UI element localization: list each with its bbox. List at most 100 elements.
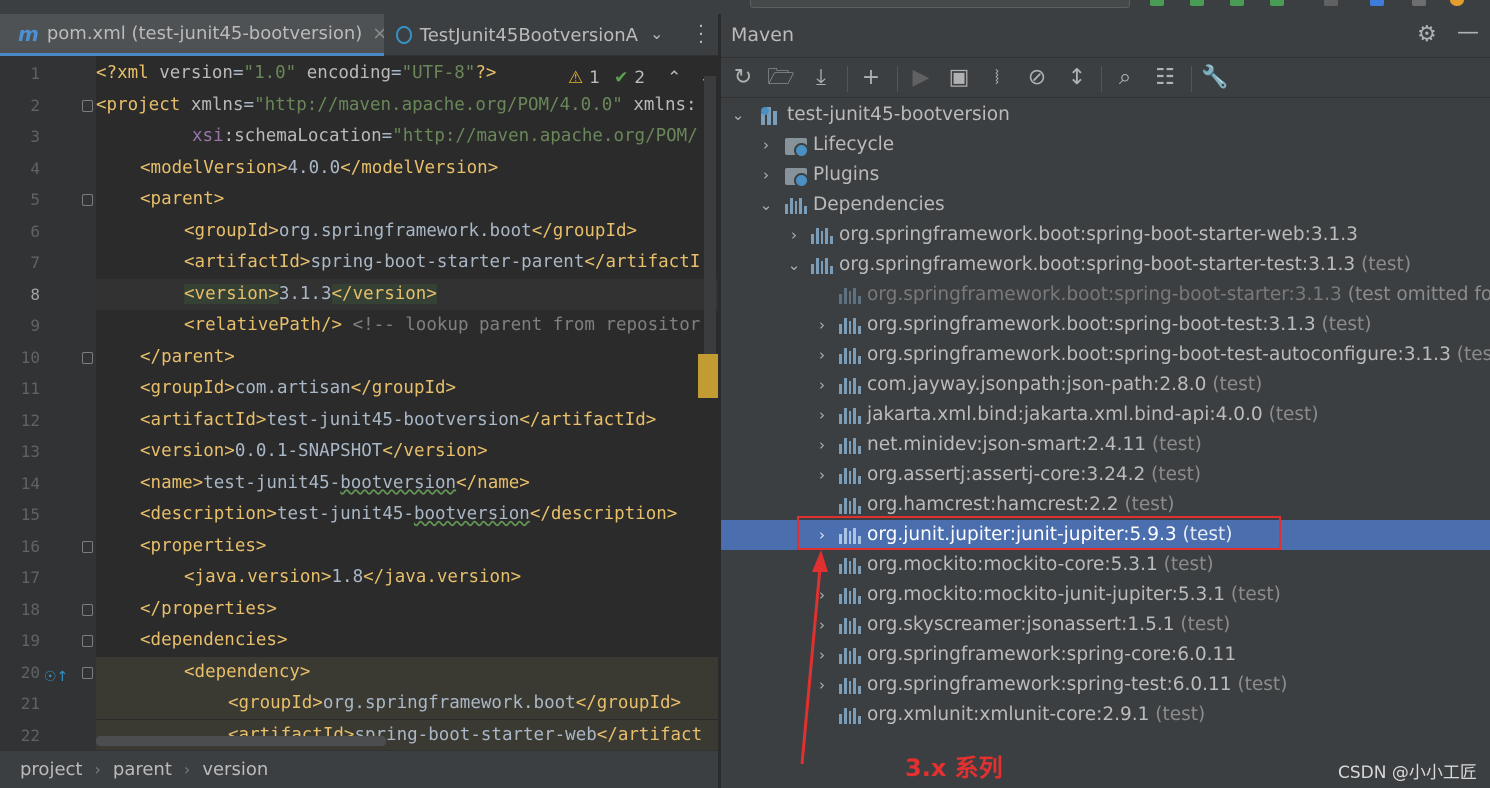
code-token: = (232, 63, 244, 83)
close-icon[interactable]: × (372, 23, 384, 44)
code-line[interactable]: <artifactId>spring-boot-starter-parent</… (96, 247, 718, 278)
code-line[interactable]: <artifactId>test-junit45-bootversion</ar… (96, 405, 718, 436)
code-line[interactable]: <dependency> (96, 656, 718, 688)
code-token: bootversion (340, 472, 457, 493)
chevron-down-icon[interactable]: ⌄ (650, 24, 663, 43)
code-line[interactable]: </parent> (96, 342, 718, 373)
skip-tests-icon[interactable]: ⊘ (1023, 64, 1051, 92)
code-line[interactable]: <parent> (96, 184, 718, 215)
chevron-down-icon[interactable]: ⌄ (759, 190, 773, 220)
chevron-right-icon[interactable]: › (815, 400, 829, 430)
dependency-node[interactable]: › org.springframework.boot:spring-boot-te… (721, 340, 1490, 370)
chevron-right-icon[interactable]: › (815, 370, 829, 400)
reload-icon[interactable]: ↻ (729, 64, 757, 92)
code-line[interactable]: <groupId>org.springframework.boot</group… (96, 216, 718, 247)
show-diagram-icon[interactable]: ☷ (1151, 64, 1179, 92)
tree-node-dependencies[interactable]: ⌄ Dependencies (721, 190, 1490, 220)
download-icon[interactable]: ⤓ (807, 64, 835, 92)
run-icon[interactable] (1150, 0, 1164, 6)
code-line[interactable]: <groupId>com.artisan</groupId> (96, 373, 718, 404)
dependency-node[interactable]: › org.springframework:spring-core:6.0.11 (721, 640, 1490, 670)
generate-sources-icon[interactable]: 🗁 (767, 64, 795, 92)
dependency-node[interactable]: ›org.mockito:mockito-core:5.3.1 (test) (721, 550, 1490, 580)
wrench-icon[interactable]: 🔧 (1201, 64, 1229, 92)
chevron-right-icon[interactable]: › (759, 160, 773, 190)
code-line[interactable]: <version>0.0.1-SNAPSHOT</version> (96, 436, 718, 467)
dependency-node[interactable]: › org.mockito:mockito-junit-jupiter:5.3.1… (721, 580, 1490, 610)
tree-node-lifecycle[interactable]: › Lifecycle (721, 130, 1490, 160)
code-token: encoding (296, 63, 392, 83)
breadcrumb-parent[interactable]: parent (113, 759, 172, 780)
horizontal-scrollbar[interactable] (96, 736, 386, 746)
minimize-icon[interactable]: — (1457, 20, 1479, 45)
dependency-node[interactable]: › org.springframework.boot:spring-boot-st… (721, 220, 1490, 250)
execute-goal-icon[interactable]: ▣ (945, 64, 973, 92)
dependency-node[interactable]: › org.springframework.boot:spring-boot-te… (721, 310, 1490, 340)
run-configuration-select[interactable] (750, 0, 1130, 8)
updates-icon[interactable] (1450, 0, 1464, 6)
breadcrumb-project[interactable]: project (20, 759, 82, 780)
gear-icon[interactable]: ⚙ (1417, 22, 1437, 47)
tab-pom-xml[interactable]: m pom.xml (test-junit45-bootversion) × (0, 14, 384, 56)
dependency-node[interactable]: › jakarta.xml.bind:jakarta.xml.bind-api:4… (721, 400, 1490, 430)
chevron-right-icon[interactable]: › (815, 340, 829, 370)
previous-highlight-icon[interactable]: ⌃ (667, 68, 681, 88)
dependency-node[interactable]: org.xmlunit:xmlunit-core:2.9.1 (test) (721, 700, 1490, 730)
toggle-offline-icon[interactable]: ⧘ (983, 64, 1011, 92)
dependency-node[interactable]: › net.minidev:json-smart:2.4.11 (test) (721, 430, 1490, 460)
code-line[interactable]: <properties> (96, 531, 718, 562)
tree-node-root[interactable]: ⌄ test-junit45-bootversion (721, 100, 1490, 130)
run-maven-build-icon[interactable]: ▶ (907, 64, 935, 92)
chevron-down-icon[interactable]: ⌄ (731, 100, 745, 130)
add-icon[interactable]: + (857, 64, 885, 92)
fold-marker-icon[interactable] (82, 194, 93, 206)
code-line[interactable]: <dependencies> (96, 625, 718, 656)
dependency-node[interactable]: › org.assertj:assertj-core:3.24.2 (test) (721, 460, 1490, 490)
search-everywhere-icon[interactable] (1412, 0, 1426, 6)
tab-test-class[interactable]: TestJunit45BootversionA (396, 14, 638, 56)
editor-scrollbar-marker[interactable] (698, 354, 718, 398)
chevron-right-icon[interactable]: › (759, 130, 773, 160)
coverage-icon[interactable] (1230, 0, 1244, 6)
stop-icon[interactable] (1324, 0, 1338, 6)
overridden-method-icon[interactable]: ☉↑ (44, 669, 68, 685)
code-line[interactable]: <java.version>1.8</java.version> (96, 562, 718, 593)
dependency-node[interactable]: › org.skyscreamer:jsonassert:1.5.1 (test) (721, 610, 1490, 640)
editor-scrollbar-track[interactable] (704, 76, 716, 376)
code-line[interactable]: <groupId>org.springframework.boot</group… (96, 688, 718, 719)
dependency-label: org.springframework.boot:spring-boot-tes… (867, 340, 1490, 370)
dependency-node[interactable]: › com.jayway.jsonpath:json-path:2.8.0 (te… (721, 370, 1490, 400)
fold-marker-icon[interactable] (82, 603, 93, 616)
code-line[interactable]: <name>test-junit45-bootversion</name> (96, 468, 718, 499)
code-line[interactable]: <project xmlns="http://maven.apache.org/… (96, 90, 718, 121)
code-line[interactable]: <relativePath/> <!-- lookup parent from … (96, 310, 718, 341)
dependency-node[interactable]: ⌄ org.springframework.boot:spring-boot-st… (721, 250, 1490, 280)
dependency-label: jakarta.xml.bind:jakarta.xml.bind-api:4.… (867, 400, 1319, 430)
chevron-right-icon[interactable]: › (787, 220, 801, 250)
code-line[interactable]: <version>3.1.3</version> (96, 278, 718, 310)
code-line[interactable]: </properties> (96, 594, 718, 625)
tree-node-plugins[interactable]: › Plugins (721, 160, 1490, 190)
code-line[interactable]: <description>test-junit45-bootversion</d… (96, 499, 718, 530)
chevron-right-icon[interactable]: › (815, 460, 829, 490)
code-line[interactable]: <modelVersion>4.0.0</modelVersion> (96, 153, 718, 184)
fold-marker-icon[interactable] (82, 666, 93, 679)
chevron-right-icon[interactable]: › (815, 430, 829, 460)
collapse-all-icon[interactable]: ↕ (1063, 64, 1091, 92)
more-options-icon[interactable]: · · · (696, 18, 706, 52)
chevron-right-icon[interactable]: › (815, 310, 829, 340)
fold-marker-icon[interactable] (82, 635, 93, 647)
debug-icon[interactable] (1190, 0, 1204, 6)
dependency-node[interactable]: › org.springframework:spring-test:6.0.11 … (721, 670, 1490, 700)
breadcrumb-version[interactable]: version (202, 759, 268, 780)
code-line[interactable]: xsi:schemaLocation="http://maven.apache.… (96, 121, 718, 152)
fold-marker-icon[interactable] (82, 540, 93, 553)
fold-marker-icon[interactable] (82, 99, 93, 112)
inspection-widget[interactable]: ⚠ 1 ✔ 2 ⌃ ⌄ (568, 66, 714, 90)
profile-icon[interactable] (1270, 0, 1284, 6)
jetbrains-icon[interactable] (1370, 0, 1384, 6)
fold-marker-icon[interactable] (82, 351, 93, 364)
chevron-down-icon[interactable]: ⌄ (787, 250, 801, 280)
dependency-node[interactable]: org.springframework.boot:spring-boot-sta… (721, 280, 1490, 310)
analyze-dependencies-icon[interactable]: ⌕ (1111, 64, 1139, 92)
